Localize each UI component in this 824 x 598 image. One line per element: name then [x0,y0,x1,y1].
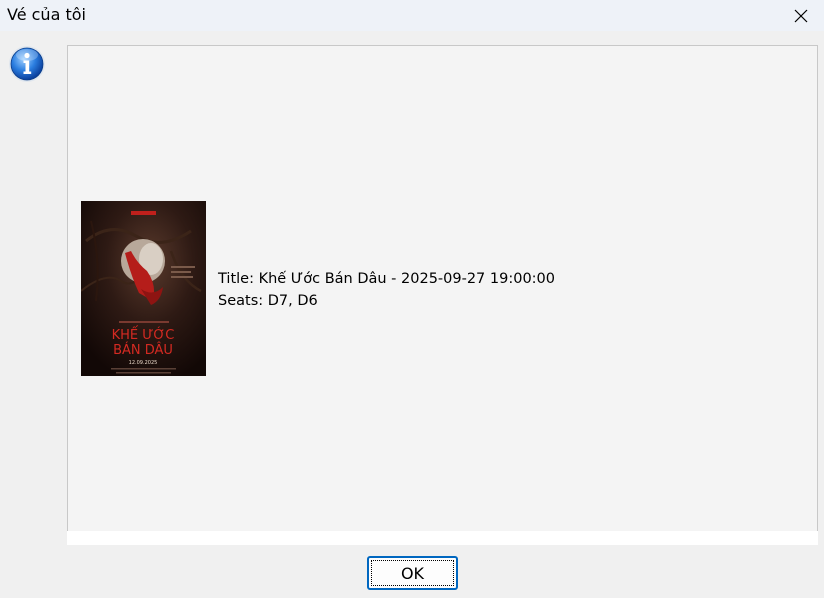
title-bar: Vé của tôi [0,0,824,31]
poster-heading: KHẾ ƯỚC [112,326,175,343]
ticket-seats-line: Seats: D7, D6 [218,293,318,309]
message-panel: KHẾ ƯỚC BÁN DÂU 12.09.2025 Title: Khế Ướ… [67,45,818,532]
ticket-info: Title: Khế Ước Bán Dâu - 2025-09-27 19:0… [218,268,555,312]
window-title: Vé của tôi [7,5,86,24]
message-dialog-window: Vé của tôi KHẾ ƯỚC BÁN DÂU 12.09.2025 Ti… [0,0,824,598]
movie-poster: KHẾ ƯỚC BÁN DÂU 12.09.2025 [81,201,206,376]
panel-footer-strip [67,531,818,545]
svg-text:BÁN DÂU: BÁN DÂU [113,342,173,358]
poster-date: 12.09.2025 [129,360,158,366]
close-button[interactable] [778,0,824,31]
ok-button-label: OK [400,563,425,583]
ticket-title-line: Title: Khế Ước Bán Dâu - 2025-09-27 19:0… [218,271,556,287]
close-icon [794,9,808,22]
info-icon [9,46,45,82]
ok-button[interactable]: OK [367,556,458,590]
